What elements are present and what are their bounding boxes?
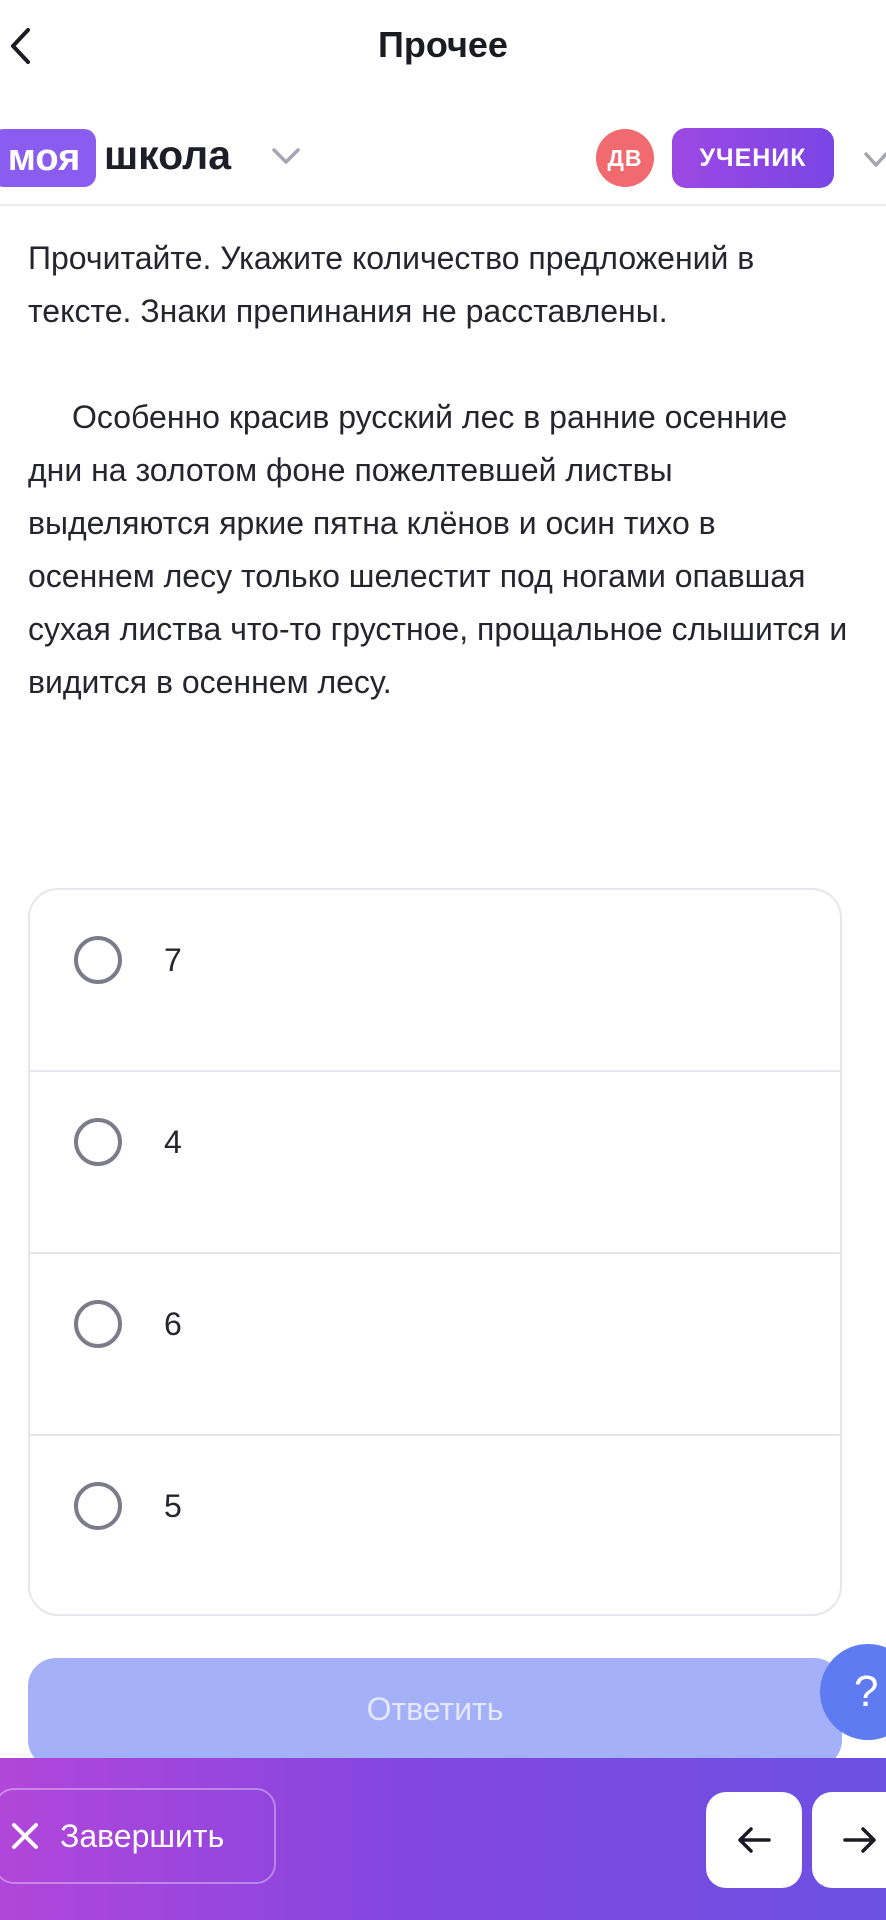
logo-text[interactable]: школа — [104, 132, 231, 179]
nav-bar: Прочее — [0, 0, 886, 96]
close-icon — [10, 1821, 40, 1851]
arrow-left-icon — [738, 1827, 771, 1853]
bottom-bar: Завершить — [0, 1758, 886, 1920]
question-passage: Особенно красив русский лес в ранние осе… — [28, 399, 848, 700]
previous-button[interactable] — [706, 1792, 802, 1888]
answer-label: 6 — [164, 1306, 182, 1342]
role-badge[interactable]: УЧЕНИК — [672, 128, 834, 188]
radio-button[interactable] — [74, 1118, 122, 1166]
answer-label: 7 — [164, 942, 182, 978]
radio-button[interactable] — [74, 1482, 122, 1530]
answer-label: 4 — [164, 1124, 182, 1160]
role-chevron-icon[interactable] — [862, 150, 886, 170]
chevron-down-icon[interactable] — [270, 146, 302, 166]
answer-options: 7 4 6 5 — [28, 888, 842, 1616]
question-text: Прочитайте. Укажите количество предложен… — [28, 232, 848, 709]
arrow-right-icon — [843, 1827, 876, 1853]
app-header: моя школа ДВ УЧЕНИК — [0, 116, 886, 206]
next-button[interactable] — [812, 1792, 886, 1888]
answer-option[interactable]: 4 — [30, 1072, 840, 1254]
answer-option[interactable]: 6 — [30, 1254, 840, 1436]
avatar[interactable]: ДВ — [596, 129, 654, 187]
answer-label: 5 — [164, 1488, 182, 1524]
finish-label: Завершить — [60, 1817, 225, 1854]
answer-option[interactable]: 7 — [30, 890, 840, 1072]
logo-box[interactable]: моя — [0, 129, 96, 187]
answer-option[interactable]: 5 — [30, 1436, 840, 1614]
question-instruction: Прочитайте. Укажите количество предложен… — [28, 240, 755, 329]
radio-button[interactable] — [74, 936, 122, 984]
page-title: Прочее — [378, 24, 508, 65]
finish-button[interactable]: Завершить — [0, 1788, 276, 1884]
submit-button[interactable]: Ответить — [28, 1658, 842, 1768]
radio-button[interactable] — [74, 1300, 122, 1348]
